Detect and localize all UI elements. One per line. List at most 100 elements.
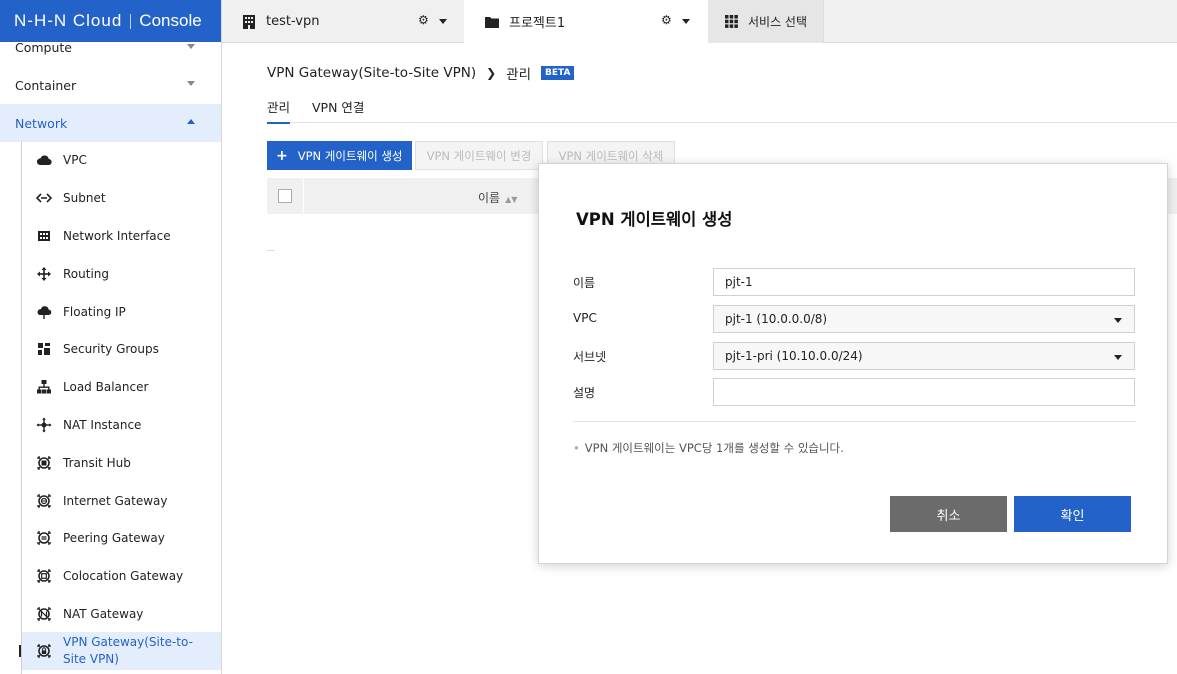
sidebar-item-label: NAT Gateway: [63, 606, 144, 621]
org-name: test-vpn: [266, 14, 320, 29]
page-title: 관리: [506, 67, 531, 83]
sidebar-item-label: VPN Gateway(Site-to-Site VPN): [63, 635, 193, 666]
sidebar-item-label: Network Interface: [63, 228, 171, 243]
sidebar-item-network-interface[interactable]: Network Interface: [22, 217, 221, 254]
top-bar: test-vpn ⚙ 프로젝트1 ⚙ 서비스 선택: [222, 0, 1177, 43]
gear-icon[interactable]: ⚙: [661, 13, 672, 27]
edit-vpn-gateway-button[interactable]: VPN 게이트웨이 변경: [415, 141, 543, 170]
sidebar-category-compute[interactable]: Compute: [0, 28, 221, 66]
subnet-select-value: pjt-1-pri (10.10.0.0/24): [725, 349, 863, 363]
dialog-note: • VPN 게이트웨이는 VPC당 1개를 생성할 수 있습니다.: [573, 440, 844, 456]
description-input[interactable]: [713, 378, 1135, 406]
brand-separator: [130, 13, 132, 29]
create-vpn-gateway-button[interactable]: + VPN 게이트웨이 생성: [267, 141, 412, 170]
sidebar-item-colocation-gateway[interactable]: Colocation Gateway: [22, 557, 221, 594]
dialog-divider: [573, 421, 1136, 422]
network-interface-icon: [36, 228, 52, 244]
service-select-label: 서비스 선택: [748, 15, 808, 29]
sidebar-item-nat-gateway[interactable]: NAT Gateway: [22, 595, 221, 632]
select-all-checkbox[interactable]: [278, 189, 292, 203]
create-vpn-gateway-dialog: VPN 게이트웨이 생성 이름 pjt-1 VPC pjt-1 (10.0.0.…: [538, 163, 1168, 564]
chevron-down-icon[interactable]: [682, 19, 690, 24]
sidebar-item-label: Peering Gateway: [63, 530, 165, 545]
sidebar-item-transit-hub[interactable]: Transit Hub: [22, 444, 221, 481]
sidebar-item-label: Transit Hub: [63, 455, 131, 470]
vpc-select-value: pjt-1 (10.0.0.0/8): [725, 312, 828, 326]
floating-ip-icon: [36, 304, 52, 320]
peering-gateway-icon: [36, 530, 52, 546]
sidebar-item-vpn-gateway[interactable]: VPN Gateway(Site-to-Site VPN): [22, 632, 221, 670]
sidebar-item-label: Subnet: [63, 190, 106, 205]
breadcrumb: VPN Gateway(Site-to-Site VPN) ❯ 관리 BETA: [267, 63, 575, 83]
tab-manage[interactable]: 관리: [267, 97, 291, 124]
current-item-marker: [19, 645, 21, 657]
sidebar: N-H-N Cloud Console Compute Container Ne…: [0, 0, 222, 674]
sidebar-category-label: Compute: [15, 40, 73, 55]
chevron-down-icon: [187, 44, 195, 49]
cloud-icon: [36, 152, 52, 168]
sidebar-category-network[interactable]: Network: [0, 104, 221, 142]
sidebar-item-security-groups[interactable]: Security Groups: [22, 330, 221, 367]
cancel-button[interactable]: 취소: [890, 496, 1007, 532]
org-selector[interactable]: test-vpn ⚙: [222, 0, 454, 43]
project-name: 프로젝트1: [509, 16, 566, 31]
project-selector[interactable]: 프로젝트1 ⚙: [464, 0, 708, 43]
load-balancer-icon: [36, 379, 52, 395]
dialog-note-text: VPN 게이트웨이는 VPC당 1개를 생성할 수 있습니다.: [584, 441, 844, 455]
sort-icon[interactable]: ▲▼: [505, 195, 517, 204]
sidebar-item-label: Internet Gateway: [63, 493, 168, 508]
sidebar-item-nat-instance[interactable]: NAT Instance: [22, 406, 221, 443]
chevron-down-icon: [187, 81, 195, 86]
confirm-button[interactable]: 확인: [1014, 496, 1131, 532]
colocation-gateway-icon: [36, 568, 52, 584]
field-vpc: VPC pjt-1 (10.0.0.0/8): [573, 305, 1136, 333]
vpc-select[interactable]: pjt-1 (10.0.0.0/8): [713, 305, 1135, 333]
column-header-label: 이름: [478, 191, 501, 205]
sidebar-item-label: Colocation Gateway: [63, 568, 184, 583]
building-icon: [242, 14, 256, 29]
column-divider: [303, 178, 304, 214]
sidebar-item-vpc[interactable]: VPC: [22, 141, 221, 178]
name-input[interactable]: pjt-1: [713, 268, 1135, 296]
dialog-title: VPN 게이트웨이 생성: [576, 210, 733, 229]
column-header-name[interactable]: 이름 ▲▼: [478, 189, 517, 206]
sidebar-item-internet-gateway[interactable]: Internet Gateway: [22, 482, 221, 519]
sidebar-category-label: Network: [15, 115, 68, 131]
internet-gateway-icon: [36, 493, 52, 509]
grid-icon: [725, 15, 738, 28]
sidebar-item-label: Floating IP: [63, 304, 126, 319]
gear-icon[interactable]: ⚙: [418, 13, 429, 27]
sidebar-item-routing[interactable]: Routing: [22, 255, 221, 292]
sidebar-item-subnet[interactable]: Subnet: [22, 179, 221, 216]
vpn-gateway-icon: [36, 643, 52, 659]
sidebar-category-label: Container: [15, 77, 77, 93]
subnet-icon: [36, 190, 52, 206]
sidebar-item-label: Security Groups: [63, 341, 159, 356]
sidebar-category-container[interactable]: Container: [0, 66, 221, 104]
sidebar-item-peering-gateway[interactable]: Peering Gateway: [22, 519, 221, 556]
chevron-up-icon: [187, 119, 195, 124]
field-subnet: 서브넷 pjt-1-pri (10.10.0.0/24): [573, 342, 1136, 370]
security-groups-icon: [36, 341, 52, 357]
breadcrumb-parent[interactable]: VPN Gateway(Site-to-Site VPN): [267, 65, 476, 81]
tab-vpn-connection[interactable]: VPN 연결: [312, 97, 364, 123]
service-selector[interactable]: 서비스 선택: [708, 0, 824, 43]
sidebar-item-label: Load Balancer: [63, 379, 149, 394]
sidebar-item-load-balancer[interactable]: Load Balancer: [22, 368, 221, 405]
field-name: 이름 pjt-1: [573, 268, 1136, 296]
subnet-select[interactable]: pjt-1-pri (10.10.0.0/24): [713, 342, 1135, 370]
sidebar-item-label: NAT Instance: [63, 417, 142, 432]
field-label: 이름: [573, 276, 596, 290]
field-label: VPC: [573, 311, 597, 325]
sidebar-item-label: Routing: [63, 266, 110, 281]
tab-bar: 관리 VPN 연결: [267, 97, 1177, 124]
sidebar-item-floating-ip[interactable]: Floating IP: [22, 293, 221, 330]
field-label: 서브넷: [573, 350, 607, 364]
chevron-down-icon[interactable]: [439, 19, 447, 24]
transit-hub-icon: [36, 455, 52, 471]
folder-icon: [485, 16, 499, 28]
chevron-right-icon: ❯: [486, 66, 497, 80]
dropdown-arrow-icon: [1114, 318, 1122, 323]
dropdown-arrow-icon: [1114, 355, 1122, 360]
sidebar-item-label: VPC: [63, 152, 87, 167]
